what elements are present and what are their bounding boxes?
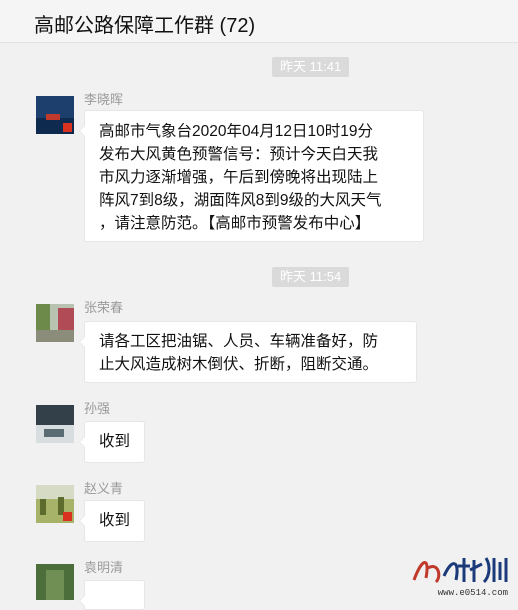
sender-name: 袁明清 xyxy=(84,560,124,575)
avatar-photo-icon xyxy=(36,304,74,342)
message-line: 止大风造成树木倒伏、折断，阻断交通。 xyxy=(99,356,379,373)
avatar-photo-icon xyxy=(36,405,74,443)
timestamp: 昨天 11:54 xyxy=(272,267,350,287)
message-bubble xyxy=(79,580,145,610)
watermark-calligraphy-icon xyxy=(412,557,508,584)
avatar[interactable] xyxy=(36,485,74,523)
message-bubble[interactable]: 高邮市气象台2020年04月12日10时19分 发布大风黄色预警信号：预计今天白… xyxy=(79,110,424,242)
message-line: 请各工区把油锯、人员、车辆准备好，防 xyxy=(99,333,379,350)
sender-name: 张荣春 xyxy=(84,300,124,315)
message-line: 收到 xyxy=(99,512,131,529)
message-line: 市风力逐渐增强，午后到傍晚将出现陆上 xyxy=(99,169,379,186)
watermark-url: www.e0514.com xyxy=(437,588,508,598)
avatar[interactable] xyxy=(36,304,74,342)
message-bubble[interactable]: 收到 xyxy=(79,500,145,542)
flag-icon xyxy=(63,123,72,132)
sender-name: 孙强 xyxy=(84,401,111,416)
avatar[interactable] xyxy=(36,96,74,134)
sender-name: 赵义青 xyxy=(84,481,124,496)
avatar[interactable] xyxy=(36,564,74,600)
sender-name: 李晓晖 xyxy=(84,92,124,107)
message-bubble[interactable]: 请各工区把油锯、人员、车辆准备好，防 止大风造成树木倒伏、折断，阻断交通。 xyxy=(79,321,417,383)
message-line: 收到 xyxy=(99,433,131,450)
flag-icon xyxy=(63,512,72,521)
avatar[interactable] xyxy=(36,405,74,443)
group-title: 高邮公路保障工作群 (72) xyxy=(34,15,256,37)
message-line: 高邮市气象台2020年04月12日10时19分 xyxy=(99,123,373,140)
chat-header: 高邮公路保障工作群 (72) xyxy=(0,0,518,43)
message-bubble[interactable]: 收到 xyxy=(79,421,145,463)
message-line: 阵风7到8级，湖面阵风8到9级的大风天气 xyxy=(99,192,382,209)
avatar-photo-icon xyxy=(36,564,74,600)
message-line: ，请注意防范。【高邮市预警发布中心】 xyxy=(99,215,371,232)
message-line: 发布大风黄色预警信号：预计今天白天我 xyxy=(99,146,379,163)
timestamp: 昨天 11:41 xyxy=(272,57,350,77)
